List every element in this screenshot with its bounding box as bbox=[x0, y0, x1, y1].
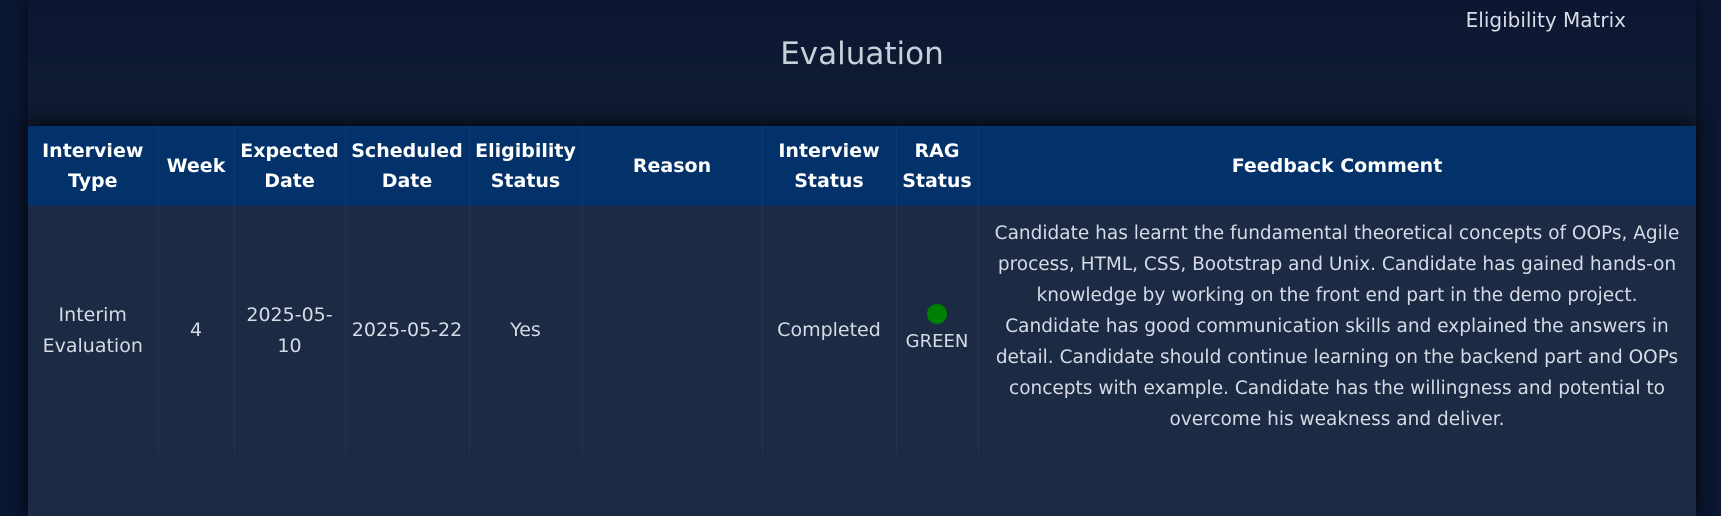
rag-status-dot-icon bbox=[927, 304, 947, 324]
col-reason[interactable]: Reason bbox=[582, 126, 763, 206]
evaluation-table-container: Interview Type Week Expected Date Schedu… bbox=[28, 126, 1696, 516]
cell-interview-status: Completed bbox=[762, 206, 897, 455]
col-interview-status[interactable]: Interview Status bbox=[762, 126, 897, 206]
cell-expected-date: 2025-05-10 bbox=[234, 206, 346, 455]
col-rag-status[interactable]: RAG Status bbox=[896, 126, 979, 206]
header-row: Interview Type Week Expected Date Schedu… bbox=[28, 126, 1696, 206]
cell-feedback-comment: Candidate has learnt the fundamental the… bbox=[978, 206, 1696, 455]
cell-interview-type: Interim Evaluation bbox=[28, 206, 159, 455]
eligibility-matrix-link[interactable]: Eligibility Matrix bbox=[1466, 8, 1626, 32]
cell-week: 4 bbox=[158, 206, 235, 455]
table-header: Interview Type Week Expected Date Schedu… bbox=[28, 126, 1696, 206]
col-feedback-comment[interactable]: Feedback Comment bbox=[978, 126, 1696, 206]
evaluation-table: Interview Type Week Expected Date Schedu… bbox=[28, 126, 1696, 455]
rag-status-label: GREEN bbox=[905, 331, 969, 352]
evaluation-panel: Eligibility Matrix Evaluation Interview … bbox=[28, 0, 1696, 516]
table-row[interactable]: Interim Evaluation 4 2025-05-10 2025-05-… bbox=[28, 206, 1696, 455]
col-week[interactable]: Week bbox=[158, 126, 235, 206]
cell-reason bbox=[582, 206, 763, 455]
col-eligibility-status[interactable]: Eligibility Status bbox=[469, 126, 583, 206]
col-interview-type[interactable]: Interview Type bbox=[28, 126, 159, 206]
col-expected-date[interactable]: Expected Date bbox=[234, 126, 346, 206]
cell-rag-status: GREEN bbox=[896, 206, 979, 455]
page-title: Evaluation bbox=[780, 36, 944, 72]
table-body: Interim Evaluation 4 2025-05-10 2025-05-… bbox=[28, 206, 1696, 455]
cell-eligibility-status: Yes bbox=[469, 206, 583, 455]
col-scheduled-date[interactable]: Scheduled Date bbox=[345, 126, 470, 206]
cell-scheduled-date: 2025-05-22 bbox=[345, 206, 470, 455]
